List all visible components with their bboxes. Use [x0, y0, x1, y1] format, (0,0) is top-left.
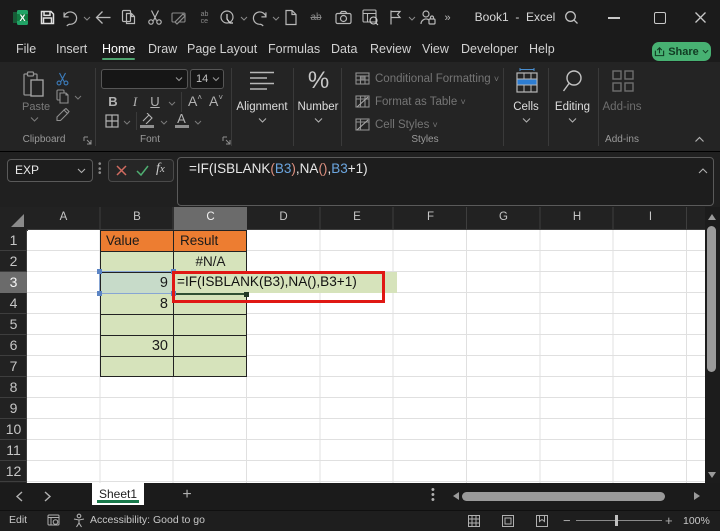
svg-text:X: X — [19, 13, 25, 23]
